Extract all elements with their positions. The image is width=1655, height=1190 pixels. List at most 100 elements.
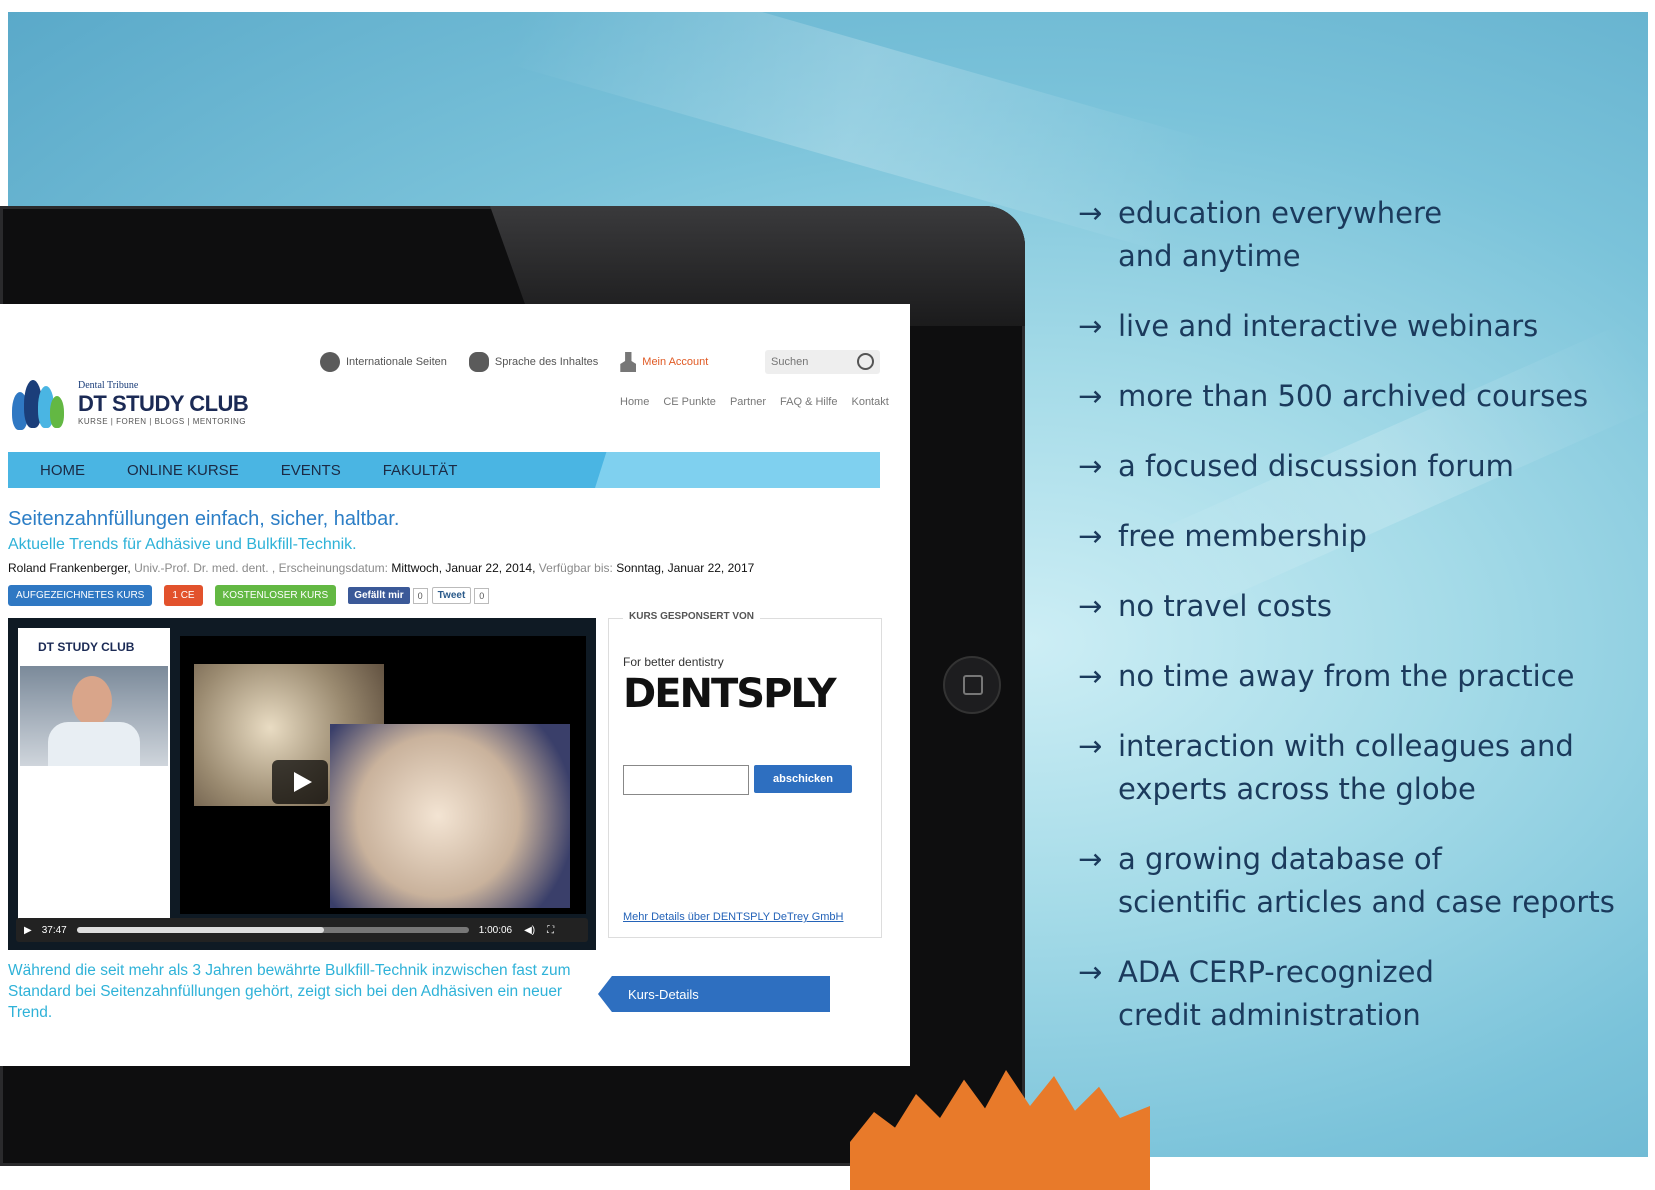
arrow-icon: →: [1078, 842, 1103, 876]
pub-label: Erscheinungsdatum:: [278, 561, 389, 575]
feature-item: → interaction with colleagues and experts …: [1078, 725, 1655, 811]
article-meta: Roland Frankenberger, Univ.-Prof. Dr. me…: [8, 561, 754, 575]
feature-item: → education everywhere and anytime: [1078, 192, 1655, 278]
sponsor-logo[interactable]: DENTSPLY: [623, 671, 837, 717]
article-title: Seitenzahnfüllungen einfach, sicher, hal…: [8, 508, 400, 530]
logo-publisher: Dental Tribune: [78, 380, 139, 391]
facebook-count: 0: [412, 587, 428, 604]
progress-bar[interactable]: [76, 927, 469, 933]
arrow-icon: →: [1078, 955, 1103, 989]
top-links: Home CE Punkte Partner FAQ & Hilfe Konta…: [620, 396, 889, 408]
tweet-button[interactable]: Tweet: [431, 587, 472, 604]
play-small-icon[interactable]: ▶: [24, 925, 32, 936]
facebook-like-button[interactable]: Gefällt mir: [348, 587, 410, 604]
course-details-button[interactable]: Kurs-Details: [598, 976, 830, 1012]
nav-events[interactable]: EVENTS: [281, 462, 341, 479]
international-label: Internationale Seiten: [346, 356, 447, 368]
progress-fill: [76, 927, 324, 933]
author-title: Univ.-Prof. Dr. med. dent. ,: [134, 561, 276, 575]
feature-text: scientific articles and case reports: [1118, 885, 1615, 919]
nav-home[interactable]: HOME: [40, 462, 85, 479]
user-icon: [620, 352, 637, 372]
nav-online-kurse[interactable]: ONLINE KURSE: [127, 462, 239, 479]
language-label: Sprache des Inhaltes: [494, 356, 599, 368]
course-description: Während die seit mehr als 3 Jahren bewäh…: [8, 962, 571, 1021]
author-name: Roland Frankenberger,: [8, 561, 131, 575]
feature-text: more than 500 archived courses: [1118, 379, 1589, 413]
arrow-icon: →: [1078, 449, 1103, 483]
recorded-course-badge[interactable]: AUFGEZEICHNETES KURS: [8, 585, 153, 606]
feature-item: → more than 500 archived courses: [1078, 375, 1655, 418]
feature-text: experts across the globe: [1118, 772, 1476, 806]
ce-badge[interactable]: 1 CE: [164, 585, 203, 606]
toplink-ce-punkte[interactable]: CE Punkte: [663, 396, 716, 408]
presenter-video: [20, 666, 168, 766]
feature-list: → education everywhere and anytime → live a…: [1078, 192, 1655, 1064]
tweet: Tweet 0: [431, 587, 490, 604]
facebook-like: Gefällt mir 0: [348, 587, 428, 604]
logo-name: DT STUDY CLUB: [78, 391, 249, 416]
account-label: Mein Account: [642, 356, 709, 368]
main-video[interactable]: [180, 636, 586, 914]
site-logo[interactable]: Dental Tribune DT STUDY CLUB KURSE | FOR…: [8, 374, 249, 432]
utility-bar: Internationale Seiten Sprache des Inhalt…: [320, 352, 708, 372]
free-course-badge[interactable]: KOSTENLOSER KURS: [214, 585, 337, 606]
sponsor-box: KURS GESPONSERT VON For better dentistry…: [608, 611, 882, 938]
sponsor-input[interactable]: [623, 765, 749, 795]
tablet-screen: Dental Tribune DT STUDY CLUB KURSE | FOR…: [0, 304, 910, 1066]
play-icon[interactable]: [272, 760, 328, 804]
arrow-icon: →: [1078, 659, 1103, 693]
search-input[interactable]: [765, 350, 853, 374]
video-player: DT STUDY CLUB ▶ 37:47 1:00:06 ◀) ⛶: [8, 618, 596, 950]
account-link[interactable]: Mein Account: [620, 352, 708, 372]
presenter-head: [72, 676, 112, 726]
duration: 1:00:06: [478, 924, 513, 936]
language-link[interactable]: Sprache des Inhaltes: [468, 352, 599, 372]
sponsor-tagline: For better dentistry: [623, 655, 724, 669]
avail-date: Sonntag, Januar 22, 2017: [616, 561, 755, 575]
feature-text: education everywhere: [1118, 196, 1443, 230]
arrow-icon: →: [1078, 519, 1103, 553]
feature-text: live and interactive webinars: [1118, 309, 1539, 343]
feature-text: no travel costs: [1118, 589, 1332, 623]
arrow-icon: →: [1078, 589, 1103, 623]
fullscreen-icon[interactable]: ⛶: [547, 925, 554, 936]
tooth-image-closeup: [330, 724, 570, 908]
arrow-icon: →: [1078, 379, 1103, 413]
sponsor-title: KURS GESPONSERT VON: [623, 611, 761, 622]
main-nav: HOME ONLINE KURSE EVENTS FAKULTÄT: [8, 452, 880, 488]
feature-text: no time away from the practice: [1118, 659, 1575, 693]
toplink-faq[interactable]: FAQ & Hilfe: [780, 396, 837, 408]
volume-icon[interactable]: ◀): [524, 925, 535, 936]
speech-bubble-icon: [468, 352, 489, 372]
sponsor-details-link[interactable]: Mehr Details über DENTSPLY DeTrey GmbH: [623, 911, 843, 923]
current-time: 37:47: [41, 924, 67, 936]
arrow-icon: →: [1078, 309, 1103, 343]
feature-text: free membership: [1118, 519, 1367, 553]
feature-text: a focused discussion forum: [1118, 449, 1514, 483]
toplink-home[interactable]: Home: [620, 396, 649, 408]
presenter-body: [48, 722, 140, 766]
feature-item: → no travel costs: [1078, 585, 1655, 628]
feature-item: → free membership: [1078, 515, 1655, 558]
toplink-partner[interactable]: Partner: [730, 396, 766, 408]
badge-row: AUFGEZEICHNETES KURS 1 CE KOSTENLOSER KU…: [8, 585, 490, 606]
search-box: [765, 350, 880, 374]
logo-tagline: KURSE | FOREN | BLOGS | MENTORING: [78, 417, 246, 426]
search-icon[interactable]: [857, 353, 874, 370]
submit-button[interactable]: abschicken: [754, 765, 852, 793]
feature-item: → a focused discussion forum: [1078, 445, 1655, 488]
article-subtitle: Aktuelle Trends für Adhäsive und Bulkfil…: [8, 536, 357, 553]
feature-text: and anytime: [1118, 239, 1301, 273]
people-logo-icon: [8, 374, 70, 432]
home-button-icon[interactable]: [943, 656, 1001, 714]
toplink-kontakt[interactable]: Kontakt: [851, 396, 888, 408]
player-logo: DT STUDY CLUB: [38, 640, 135, 654]
feature-text: ADA CERP-recognized: [1118, 955, 1434, 989]
feature-item: → ADA CERP-recognized credit administratio…: [1078, 951, 1655, 1037]
nav-fakultaet[interactable]: FAKULTÄT: [383, 462, 458, 479]
international-link[interactable]: Internationale Seiten: [320, 352, 447, 372]
tweet-count: 0: [474, 587, 490, 604]
feature-item: → a growing database of scientific article…: [1078, 838, 1655, 924]
video-controls: ▶ 37:47 1:00:06 ◀) ⛶: [16, 918, 588, 942]
